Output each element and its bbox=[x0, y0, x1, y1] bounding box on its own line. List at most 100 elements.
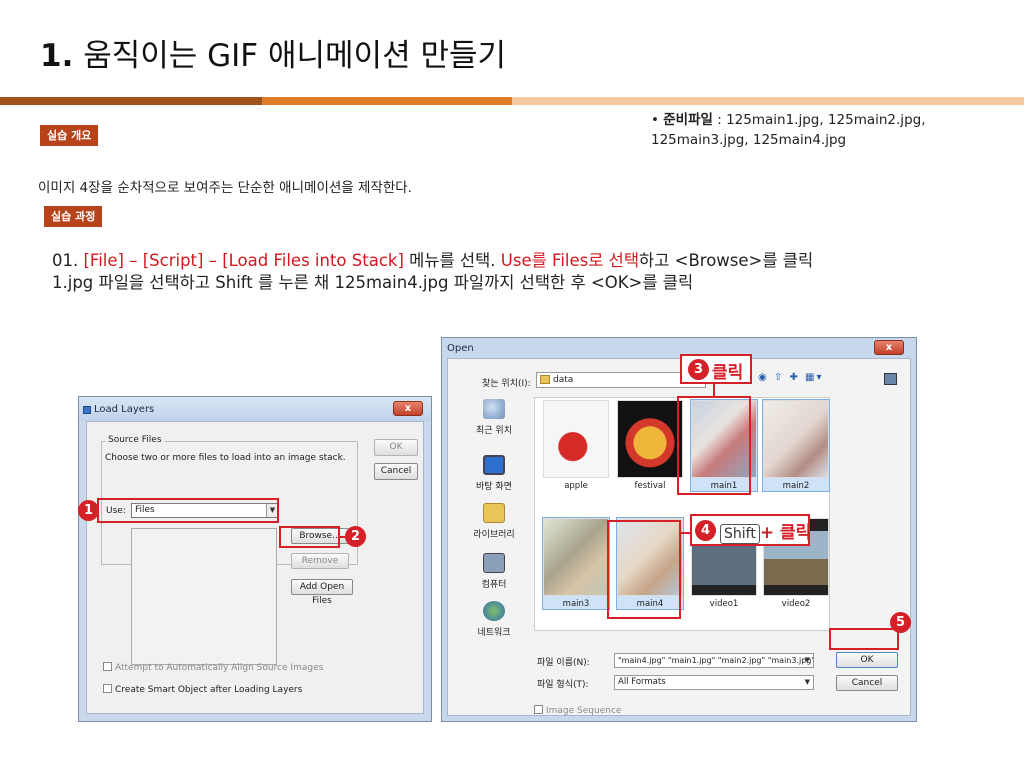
title-bar-segment-2 bbox=[262, 97, 512, 105]
title-bar-segment-1 bbox=[0, 97, 262, 105]
look-in-value: data bbox=[553, 375, 574, 385]
shift-click-label: Shift + 클릭 bbox=[720, 518, 811, 544]
checkbox[interactable] bbox=[103, 684, 112, 693]
file-name: main3 bbox=[562, 599, 590, 609]
folder-icon bbox=[540, 375, 550, 384]
place-libraries[interactable]: 라이브러리 bbox=[456, 503, 532, 540]
step-badge-2: 2 bbox=[345, 526, 366, 547]
step-line-1: 01. [File] – [Script] – [Load Files into… bbox=[52, 250, 972, 272]
file-thumb-main2[interactable]: main2 bbox=[762, 399, 830, 492]
menu-path: [File] – [Script] – [Load Files into Sta… bbox=[83, 251, 404, 270]
cancel-button[interactable]: Cancel bbox=[374, 463, 418, 480]
file-thumb-main3[interactable]: main3 bbox=[542, 517, 610, 610]
thumbnail-image bbox=[617, 400, 683, 478]
checkbox[interactable] bbox=[534, 705, 543, 714]
cancel-button[interactable]: Cancel bbox=[836, 675, 898, 691]
place-desktop[interactable]: 바탕 화면 bbox=[456, 455, 532, 492]
step-instructions: 01. [File] – [Script] – [Load Files into… bbox=[52, 250, 972, 294]
title-text: 움직이는 GIF 애니메이션 만들기 bbox=[73, 38, 507, 74]
recent-places-icon bbox=[483, 399, 505, 419]
title-number: 1. bbox=[40, 38, 74, 74]
thumbnail-image bbox=[543, 400, 609, 478]
chevron-down-icon: ▼ bbox=[804, 656, 810, 664]
image-sequence-row[interactable]: Image Sequence bbox=[534, 705, 621, 716]
title-bar-segment-3 bbox=[512, 97, 1024, 105]
highlight-browse-button bbox=[279, 526, 340, 548]
shift-key-label: Shift bbox=[720, 524, 760, 544]
app-icon bbox=[83, 406, 91, 414]
remove-button[interactable]: Remove bbox=[291, 553, 349, 569]
file-name: video2 bbox=[781, 599, 811, 609]
menu-suffix: 메뉴를 선택. bbox=[403, 251, 501, 270]
load-layers-titlebar: Load Layers x bbox=[79, 397, 431, 421]
file-thumb-festival[interactable]: festival bbox=[617, 400, 683, 491]
step-badge-4: 4 bbox=[695, 520, 716, 541]
place-computer[interactable]: 컴퓨터 bbox=[456, 553, 532, 590]
highlight-main4 bbox=[607, 520, 681, 619]
load-layers-body: Source Files Choose two or more files to… bbox=[86, 421, 424, 714]
prep-files-note: • 준비파일 : 125main1.jpg, 125main2.jpg, 125… bbox=[651, 110, 991, 150]
highlight-main1 bbox=[677, 396, 751, 495]
file-name: festival bbox=[634, 481, 666, 491]
slide-title: 1. 움직이는 GIF 애니메이션 만들기 bbox=[40, 30, 506, 75]
library-icon bbox=[483, 503, 505, 523]
click-label: 클릭 bbox=[712, 363, 744, 383]
connector-line bbox=[713, 382, 715, 397]
image-sequence-label: Image Sequence bbox=[546, 706, 622, 716]
align-checkbox-label: Attempt to Automatically Align Source Im… bbox=[115, 663, 324, 673]
overview-text: 이미지 4장을 순차적으로 보여주는 단순한 애니메이션을 제작한다. bbox=[38, 180, 412, 196]
load-layers-dialog: Load Layers x Source Files Choose two or… bbox=[78, 396, 432, 722]
highlight-use-select bbox=[97, 498, 279, 523]
files-list[interactable] bbox=[131, 528, 277, 665]
network-icon bbox=[483, 601, 505, 621]
load-layers-title: Load Layers bbox=[94, 404, 155, 415]
place-label: 라이브러리 bbox=[473, 530, 515, 540]
filetype-value: All Formats bbox=[618, 677, 666, 687]
close-icon[interactable]: x bbox=[393, 401, 423, 416]
step-prefix: 01. bbox=[52, 251, 84, 270]
tag-overview: 실습 개요 bbox=[40, 125, 99, 146]
smart-object-checkbox-label: Create Smart Object after Loading Layers bbox=[115, 685, 303, 695]
use-files-text: Use를 Files로 선택 bbox=[500, 251, 640, 270]
source-files-desc: Choose two or more files to load into an… bbox=[105, 453, 346, 463]
source-files-label: Source Files bbox=[105, 435, 165, 445]
highlight-ok-button bbox=[829, 628, 899, 650]
place-label: 바탕 화면 bbox=[476, 482, 512, 492]
place-recent[interactable]: 최근 위치 bbox=[456, 399, 532, 436]
step-line-2: 1.jpg 파일을 선택하고 Shift 를 누른 채 125main4.jpg… bbox=[52, 273, 694, 292]
open-dialog-title: Open bbox=[447, 343, 474, 354]
thumbnail-image bbox=[543, 518, 609, 596]
align-checkbox-row[interactable]: Attempt to Automatically Align Source Im… bbox=[103, 662, 323, 673]
filename-label: 파일 이름(N): bbox=[537, 658, 590, 668]
chevron-down-icon: ▼ bbox=[804, 678, 810, 686]
computer-icon bbox=[483, 553, 505, 573]
file-name: video1 bbox=[709, 599, 739, 609]
place-label: 네트워크 bbox=[477, 628, 511, 638]
filetype-select[interactable]: All Formats ▼ bbox=[614, 675, 814, 690]
step-badge-3: 3 bbox=[688, 359, 709, 380]
place-label: 컴퓨터 bbox=[481, 580, 507, 590]
desktop-icon bbox=[483, 455, 505, 475]
prep-bullet: • bbox=[651, 112, 664, 128]
place-network[interactable]: 네트워크 bbox=[456, 601, 532, 638]
place-label: 최근 위치 bbox=[476, 426, 512, 436]
file-name: apple bbox=[564, 481, 588, 491]
step-badge-1: 1 bbox=[78, 500, 99, 521]
ok-button[interactable]: OK bbox=[374, 439, 418, 456]
desktop-icon[interactable] bbox=[884, 373, 897, 385]
toolbar-icons[interactable]: ◉ ⇧ ✚ ▦▾ bbox=[758, 372, 824, 383]
browse-text: 하고 <Browse>를 클릭 bbox=[639, 251, 814, 270]
checkbox[interactable] bbox=[103, 662, 112, 671]
step-badge-5: 5 bbox=[890, 612, 911, 633]
filetype-label: 파일 형식(T): bbox=[537, 680, 589, 690]
ok-button[interactable]: OK bbox=[836, 652, 898, 668]
filename-value: "main4.jpg" "main1.jpg" "main2.jpg" "mai… bbox=[618, 656, 814, 665]
add-open-files-button[interactable]: Add Open Files bbox=[291, 579, 353, 606]
prep-label: 준비파일 bbox=[663, 112, 713, 128]
filename-input[interactable]: "main4.jpg" "main1.jpg" "main2.jpg" "mai… bbox=[614, 653, 814, 668]
look-in-label: 찾는 위치(I): bbox=[482, 379, 531, 389]
file-thumb-apple[interactable]: apple bbox=[543, 400, 609, 491]
smart-object-checkbox-row[interactable]: Create Smart Object after Loading Layers bbox=[103, 684, 302, 695]
close-icon[interactable]: x bbox=[874, 340, 904, 355]
shift-click-text: + 클릭 bbox=[759, 523, 812, 543]
